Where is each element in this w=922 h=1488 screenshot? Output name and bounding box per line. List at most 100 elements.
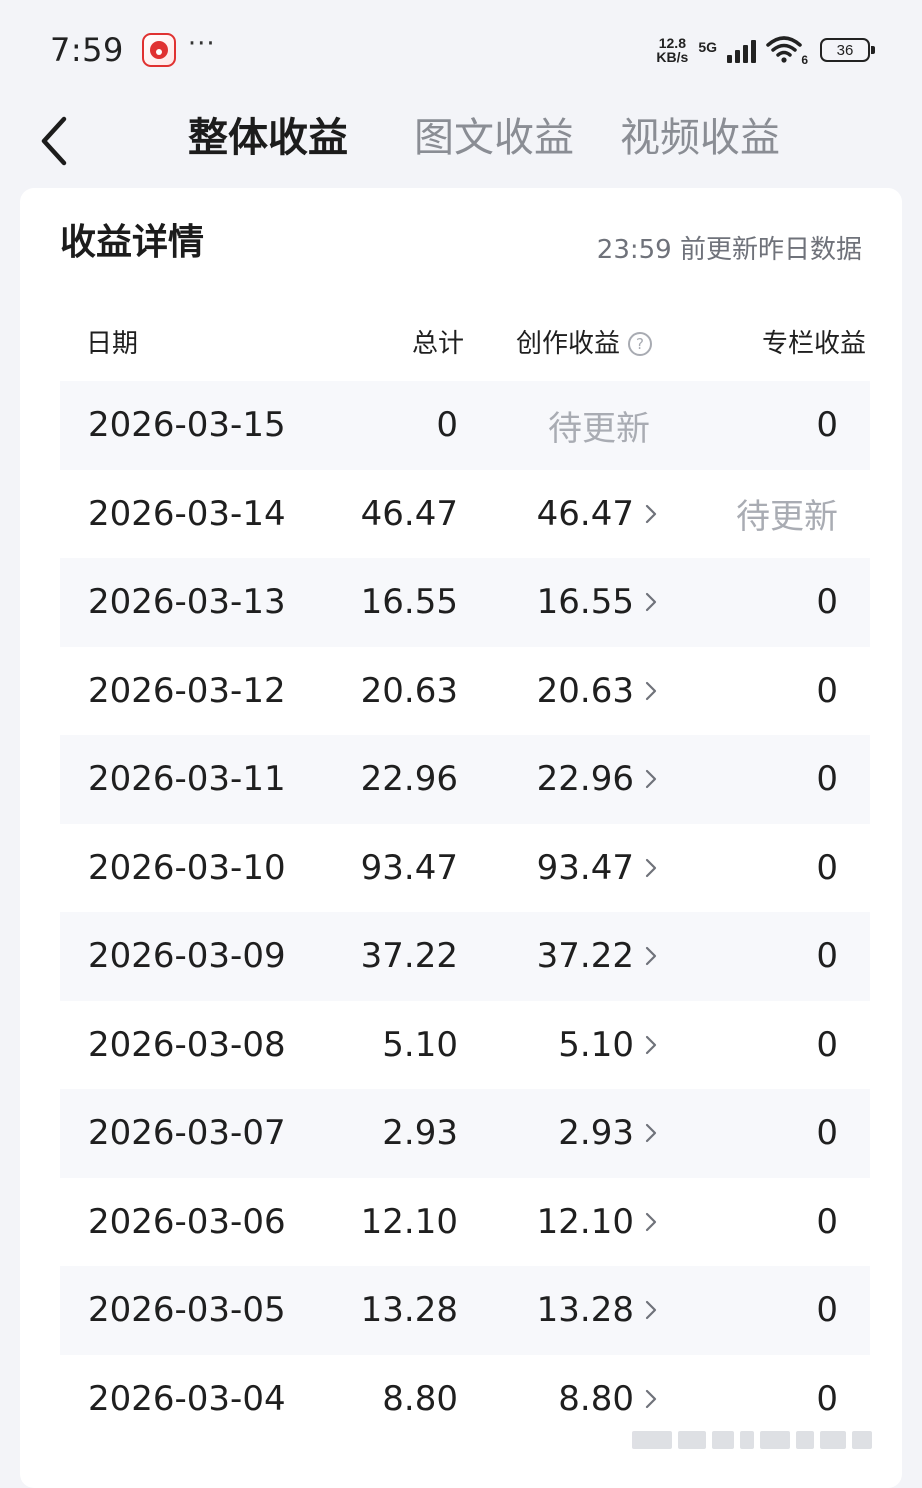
row-column: 0 xyxy=(816,936,838,977)
question-circle-icon[interactable]: ? xyxy=(628,332,653,356)
creation-detail-link[interactable]: 13.28 xyxy=(537,1290,658,1330)
table-row: 2026-03-08 5.10 5.10 0 xyxy=(60,1001,870,1090)
row-creation[interactable]: 93.47 xyxy=(537,824,658,913)
row-creation-value: 13.28 xyxy=(536,1290,634,1331)
network-speed-value: 12.8 xyxy=(658,35,686,51)
table-row: 2026-03-07 2.93 2.93 0 xyxy=(60,1089,870,1178)
row-creation-value: 2.93 xyxy=(558,1113,634,1154)
cellular-signal-icon xyxy=(727,37,756,63)
creation-detail-link[interactable]: 12.10 xyxy=(537,1202,658,1242)
row-total: 22.96 xyxy=(360,759,458,800)
row-total: 16.55 xyxy=(360,582,458,623)
creation-detail-link[interactable]: 5.10 xyxy=(558,1025,658,1065)
creation-detail-link[interactable]: 22.96 xyxy=(537,759,658,799)
row-date: 2026-03-08 xyxy=(88,1024,286,1065)
wifi-icon: 6 xyxy=(766,35,808,67)
row-creation[interactable]: 46.47 xyxy=(537,470,658,559)
row-total: 8.80 xyxy=(382,1378,458,1419)
tab-overall-earnings[interactable]: 整体收益 xyxy=(188,110,348,166)
creation-detail-link[interactable]: 37.22 xyxy=(537,936,658,976)
row-creation[interactable]: 13.28 xyxy=(537,1266,658,1355)
row-creation[interactable]: 5.10 xyxy=(558,1001,658,1090)
network-type: 5G xyxy=(698,39,717,55)
row-creation-value: 16.55 xyxy=(536,582,634,623)
tab-video-earnings[interactable]: 视频收益 xyxy=(620,110,780,166)
row-column: 0 xyxy=(816,1024,838,1065)
back-button[interactable] xyxy=(34,114,78,168)
table-row: 2026-03-09 37.22 37.22 0 xyxy=(60,912,870,1001)
row-creation-value: 20.63 xyxy=(536,670,634,711)
row-date: 2026-03-12 xyxy=(88,670,286,711)
battery-level: 36 xyxy=(836,41,854,59)
row-creation-value: 12.10 xyxy=(536,1201,634,1242)
row-total: 93.47 xyxy=(360,847,458,888)
creation-detail-link[interactable]: 20.63 xyxy=(537,671,658,711)
row-creation-value: 待更新 xyxy=(548,408,650,449)
row-column: 0 xyxy=(816,405,838,446)
row-column: 0 xyxy=(816,759,838,800)
row-total: 0 xyxy=(436,405,458,446)
chevron-right-icon xyxy=(645,1212,657,1231)
earnings-table: 2026-03-15 0 待更新 0 2026-03-14 46.47 46.47 待更新 20… xyxy=(60,381,870,1443)
row-total: 2.93 xyxy=(382,1113,458,1154)
row-creation[interactable]: 20.63 xyxy=(537,647,658,736)
table-row: 2026-03-12 20.63 20.63 0 xyxy=(60,647,870,736)
row-total: 13.28 xyxy=(360,1290,458,1331)
row-date: 2026-03-05 xyxy=(88,1290,286,1331)
row-column: 0 xyxy=(816,1201,838,1242)
table-row: 2026-03-13 16.55 16.55 0 xyxy=(60,558,870,647)
chevron-left-icon xyxy=(41,116,67,166)
row-column-pending: 待更新 xyxy=(736,497,838,538)
chevron-right-icon xyxy=(645,1389,657,1408)
row-total: 37.22 xyxy=(360,936,458,977)
battery-icon: 36 xyxy=(820,38,875,62)
row-total: 5.10 xyxy=(382,1024,458,1065)
row-creation[interactable]: 16.55 xyxy=(537,558,658,647)
row-date: 2026-03-06 xyxy=(88,1201,286,1242)
chevron-right-icon xyxy=(645,681,657,700)
app-notification-icon xyxy=(141,33,176,67)
chevron-right-icon xyxy=(645,770,657,789)
row-date: 2026-03-10 xyxy=(88,847,286,888)
more-dots-icon: ··· xyxy=(187,29,216,59)
table-row: 2026-03-11 22.96 22.96 0 xyxy=(60,735,870,824)
table-row: 2026-03-15 0 待更新 0 xyxy=(60,381,870,470)
row-creation-value: 37.22 xyxy=(536,936,634,977)
row-creation[interactable]: 37.22 xyxy=(537,912,658,1001)
creation-detail-link[interactable]: 93.47 xyxy=(537,848,658,888)
row-creation-value: 22.96 xyxy=(536,759,634,800)
row-date: 2026-03-09 xyxy=(88,936,286,977)
row-creation[interactable]: 2.93 xyxy=(558,1089,658,1178)
nav-bar: 整体收益 图文收益 视频收益 xyxy=(0,100,922,180)
creation-detail-link[interactable]: 16.55 xyxy=(537,582,658,622)
creation-detail-link[interactable]: 46.47 xyxy=(537,494,658,534)
status-bar: 7:59 ··· 12.8 KB/s 5G 6 36 xyxy=(0,0,922,100)
tab-article-earnings[interactable]: 图文收益 xyxy=(414,110,574,166)
row-date: 2026-03-15 xyxy=(88,405,286,446)
row-creation-value: 8.80 xyxy=(558,1378,634,1419)
table-row: 2026-03-05 13.28 13.28 0 xyxy=(60,1266,870,1355)
row-column: 0 xyxy=(816,1113,838,1154)
row-creation-value: 46.47 xyxy=(536,493,634,534)
row-creation[interactable]: 12.10 xyxy=(537,1178,658,1267)
chevron-right-icon xyxy=(645,1124,657,1143)
chevron-right-icon xyxy=(645,1301,657,1320)
row-date: 2026-03-04 xyxy=(88,1378,286,1419)
status-time: 7:59 xyxy=(50,31,124,69)
row-date: 2026-03-13 xyxy=(88,582,286,623)
creation-detail-link[interactable]: 2.93 xyxy=(558,1113,658,1153)
row-column: 0 xyxy=(816,1290,838,1331)
creation-detail-link[interactable]: 8.80 xyxy=(558,1379,658,1419)
chevron-right-icon xyxy=(645,593,657,612)
header-column: 专栏收益 xyxy=(761,329,866,359)
earnings-detail-card: 收益详情 23:59 前更新昨日数据 日期 总计 创作收益 ? 专栏收益 202… xyxy=(20,188,902,1488)
table-row: 2026-03-10 93.47 93.47 0 xyxy=(60,824,870,913)
header-total: 总计 xyxy=(411,329,464,359)
status-indicators: 12.8 KB/s 5G 6 36 xyxy=(656,35,875,67)
row-date: 2026-03-11 xyxy=(88,759,286,800)
row-total: 20.63 xyxy=(360,670,458,711)
chevron-right-icon xyxy=(645,947,657,966)
header-date: 日期 xyxy=(86,329,139,359)
table-row: 2026-03-06 12.10 12.10 0 xyxy=(60,1178,870,1267)
row-creation[interactable]: 22.96 xyxy=(537,735,658,824)
